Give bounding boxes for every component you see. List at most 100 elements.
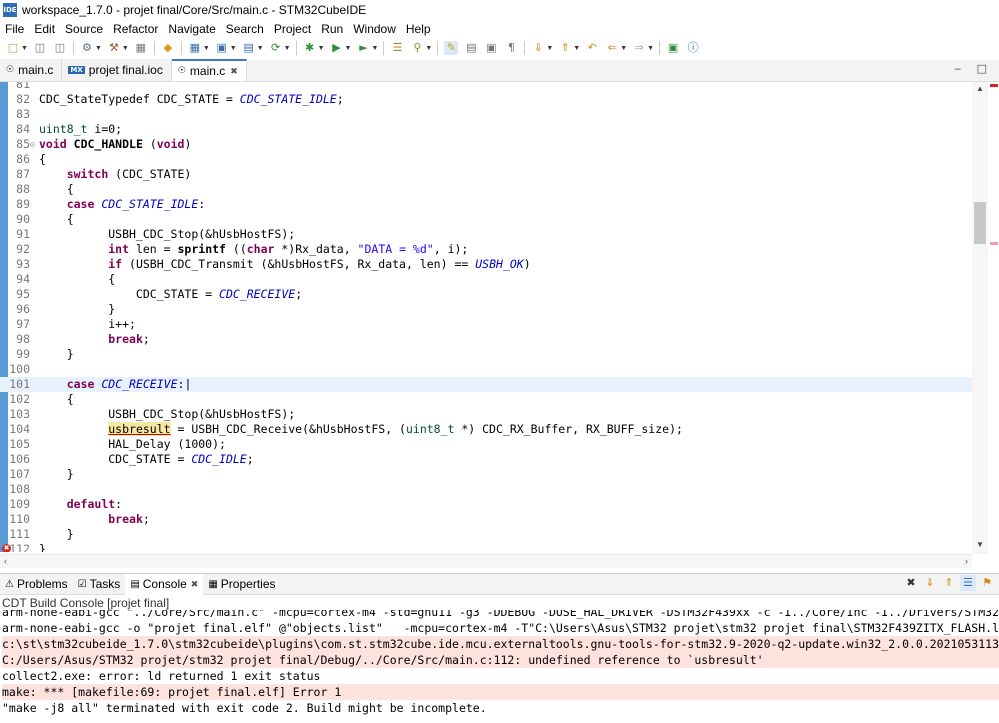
code-line[interactable]: 88 { — [0, 182, 972, 197]
build-console-output[interactable]: arm-none-eabi-gcc "../Core/Src/main.c" -… — [0, 610, 999, 723]
scroll-left-icon[interactable]: ‹ — [4, 556, 7, 566]
tab-problems[interactable]: ⚠ Problems — [0, 574, 73, 595]
code-line[interactable]: 98 break; — [0, 332, 972, 347]
code-line[interactable]: 95 CDC_STATE = CDC_RECEIVE; — [0, 287, 972, 302]
run-icon[interactable]: ▶ — [330, 41, 344, 55]
new-source-icon[interactable]: ▣ — [215, 41, 229, 55]
menu-project[interactable]: Project — [269, 20, 316, 38]
code-line[interactable]: 106 CDC_STATE = CDC_IDLE; — [0, 452, 972, 467]
scroll-right-icon[interactable]: › — [965, 556, 968, 566]
close-icon[interactable]: ✖ — [191, 579, 199, 590]
scroll-down-icon[interactable]: ▼ — [972, 540, 988, 552]
editor-tab[interactable]: MX projet final.ioc — [62, 59, 172, 81]
chevron-down-icon[interactable]: ▼ — [95, 45, 102, 52]
menu-help[interactable]: Help — [401, 20, 436, 38]
device-config-icon[interactable]: ◆ — [161, 41, 175, 55]
fold-toggle-icon[interactable]: ⊝ — [30, 137, 35, 152]
warning-marker[interactable] — [990, 242, 998, 245]
menu-window[interactable]: Window — [348, 20, 401, 38]
build-all-icon[interactable]: ▦ — [134, 41, 148, 55]
chevron-down-icon[interactable]: ▼ — [345, 45, 352, 52]
debug-icon[interactable]: ✱ — [303, 41, 317, 55]
code-line[interactable]: 87 switch (CDC_STATE) — [0, 167, 972, 182]
code-line[interactable]: 103 USBH_CDC_Stop(&hUsbHostFS); — [0, 407, 972, 422]
code-line[interactable]: 84 uint8_t i=0; — [0, 122, 972, 137]
tab-properties[interactable]: ▦ Properties — [203, 574, 280, 595]
new-project-icon[interactable]: ▦ — [188, 41, 202, 55]
code-line[interactable]: ✖ 112} — [0, 542, 972, 552]
pin-console-icon[interactable]: ⚑ — [979, 575, 995, 591]
code-line[interactable]: 86 { — [0, 152, 972, 167]
new-icon[interactable]: □ — [6, 41, 20, 55]
chevron-down-icon[interactable]: ▼ — [203, 45, 210, 52]
code-line[interactable]: 89 case CDC_STATE_IDLE: — [0, 197, 972, 212]
code-line[interactable]: 109 default: — [0, 497, 972, 512]
chevron-down-icon[interactable]: ▼ — [318, 45, 325, 52]
chevron-down-icon[interactable]: ▼ — [546, 45, 553, 52]
menu-refactor[interactable]: Refactor — [108, 20, 163, 38]
code-line[interactable]: 108 — [0, 482, 972, 497]
menu-edit[interactable]: Edit — [29, 20, 60, 38]
code-editor[interactable]: 81 82 CDC_StateTypedef CDC_STATE = CDC_STA… — [0, 82, 988, 552]
prev-annotation-icon[interactable]: ⇑ — [558, 41, 572, 55]
code-line[interactable]: 94 { — [0, 272, 972, 287]
code-line[interactable]: 83 — [0, 107, 972, 122]
code-line[interactable]: 92 int len = sprintf ((char *)Rx_data, "… — [0, 242, 972, 257]
menu-source[interactable]: Source — [60, 20, 108, 38]
paragraph-icon[interactable]: ¶ — [504, 41, 518, 55]
open-type-icon[interactable]: ☰ — [390, 41, 404, 55]
code-line[interactable]: 102 { — [0, 392, 972, 407]
back-icon[interactable]: ⇐ — [605, 41, 619, 55]
chevron-down-icon[interactable]: ▼ — [620, 45, 627, 52]
menu-run[interactable]: Run — [316, 20, 348, 38]
block-selection-icon[interactable]: ▤ — [464, 41, 478, 55]
search-icon[interactable]: ⚲ — [410, 41, 424, 55]
chevron-down-icon[interactable]: ▼ — [425, 45, 432, 52]
menu-search[interactable]: Search — [221, 20, 269, 38]
scroll-thumb[interactable] — [974, 202, 986, 244]
menu-navigate[interactable]: Navigate — [163, 20, 220, 38]
build-hammer-icon[interactable]: ⚒ — [107, 41, 121, 55]
chevron-down-icon[interactable]: ▼ — [122, 45, 129, 52]
code-line[interactable]: 105 HAL_Delay (1000); — [0, 437, 972, 452]
word-wrap-icon[interactable]: ☰ — [960, 575, 976, 591]
code-line[interactable]: 91 USBH_CDC_Stop(&hUsbHostFS); — [0, 227, 972, 242]
scroll-lock-up-icon[interactable]: ⇑ — [941, 575, 957, 591]
code-line[interactable]: 104 usbresult = USBH_CDC_Receive(&hUsbHo… — [0, 422, 972, 437]
tab-tasks[interactable]: ☑ Tasks — [73, 574, 126, 595]
forward-icon[interactable]: ⇒ — [632, 41, 646, 55]
open-perspective-icon[interactable]: ▣ — [666, 41, 680, 55]
code-line[interactable]: 90 { — [0, 212, 972, 227]
remove-launches-icon[interactable]: ✖ — [903, 575, 919, 591]
chevron-down-icon[interactable]: ▼ — [284, 45, 291, 52]
code-line[interactable]: 99 } — [0, 347, 972, 362]
external-tools-icon[interactable]: ► — [356, 41, 370, 55]
editor-horizontal-scrollbar[interactable]: ‹ › — [0, 554, 972, 568]
editor-tab[interactable]: ☉ main.c ✖ — [171, 59, 247, 81]
scroll-lock-down-icon[interactable]: ⇓ — [922, 575, 938, 591]
close-icon[interactable]: ✖ — [230, 66, 238, 77]
code-line[interactable]: 93 if (USBH_CDC_Transmit (&hUsbHostFS, R… — [0, 257, 972, 272]
code-line[interactable]: 100 — [0, 362, 972, 377]
chevron-down-icon[interactable]: ▼ — [573, 45, 580, 52]
error-marker[interactable] — [990, 84, 998, 87]
save-icon[interactable]: ◫ — [33, 41, 47, 55]
settings-icon[interactable]: ⚙ — [80, 41, 94, 55]
code-line[interactable]: 110 break; — [0, 512, 972, 527]
code-line[interactable]: 101 case CDC_RECEIVE:| — [0, 377, 972, 392]
editor-vertical-scrollbar[interactable]: ▲ ▼ — [972, 82, 988, 554]
chevron-down-icon[interactable]: ▼ — [21, 45, 28, 52]
refresh-icon[interactable]: ⟳ — [269, 41, 283, 55]
chevron-down-icon[interactable]: ▼ — [371, 45, 378, 52]
code-line[interactable]: 82 CDC_StateTypedef CDC_STATE = CDC_STATE… — [0, 92, 972, 107]
last-edit-icon[interactable]: ↶ — [585, 41, 599, 55]
scroll-up-icon[interactable]: ▲ — [972, 84, 988, 96]
menu-file[interactable]: File — [0, 20, 29, 38]
save-all-icon[interactable]: ◫ — [53, 41, 67, 55]
code-line[interactable]: 111 } — [0, 527, 972, 542]
code-line[interactable]: 107 } — [0, 467, 972, 482]
overview-ruler[interactable] — [988, 82, 999, 554]
code-line[interactable]: 96 } — [0, 302, 972, 317]
editor-tab[interactable]: ☉ main.c — [0, 59, 63, 81]
info-icon[interactable]: ⓘ — [686, 41, 700, 55]
